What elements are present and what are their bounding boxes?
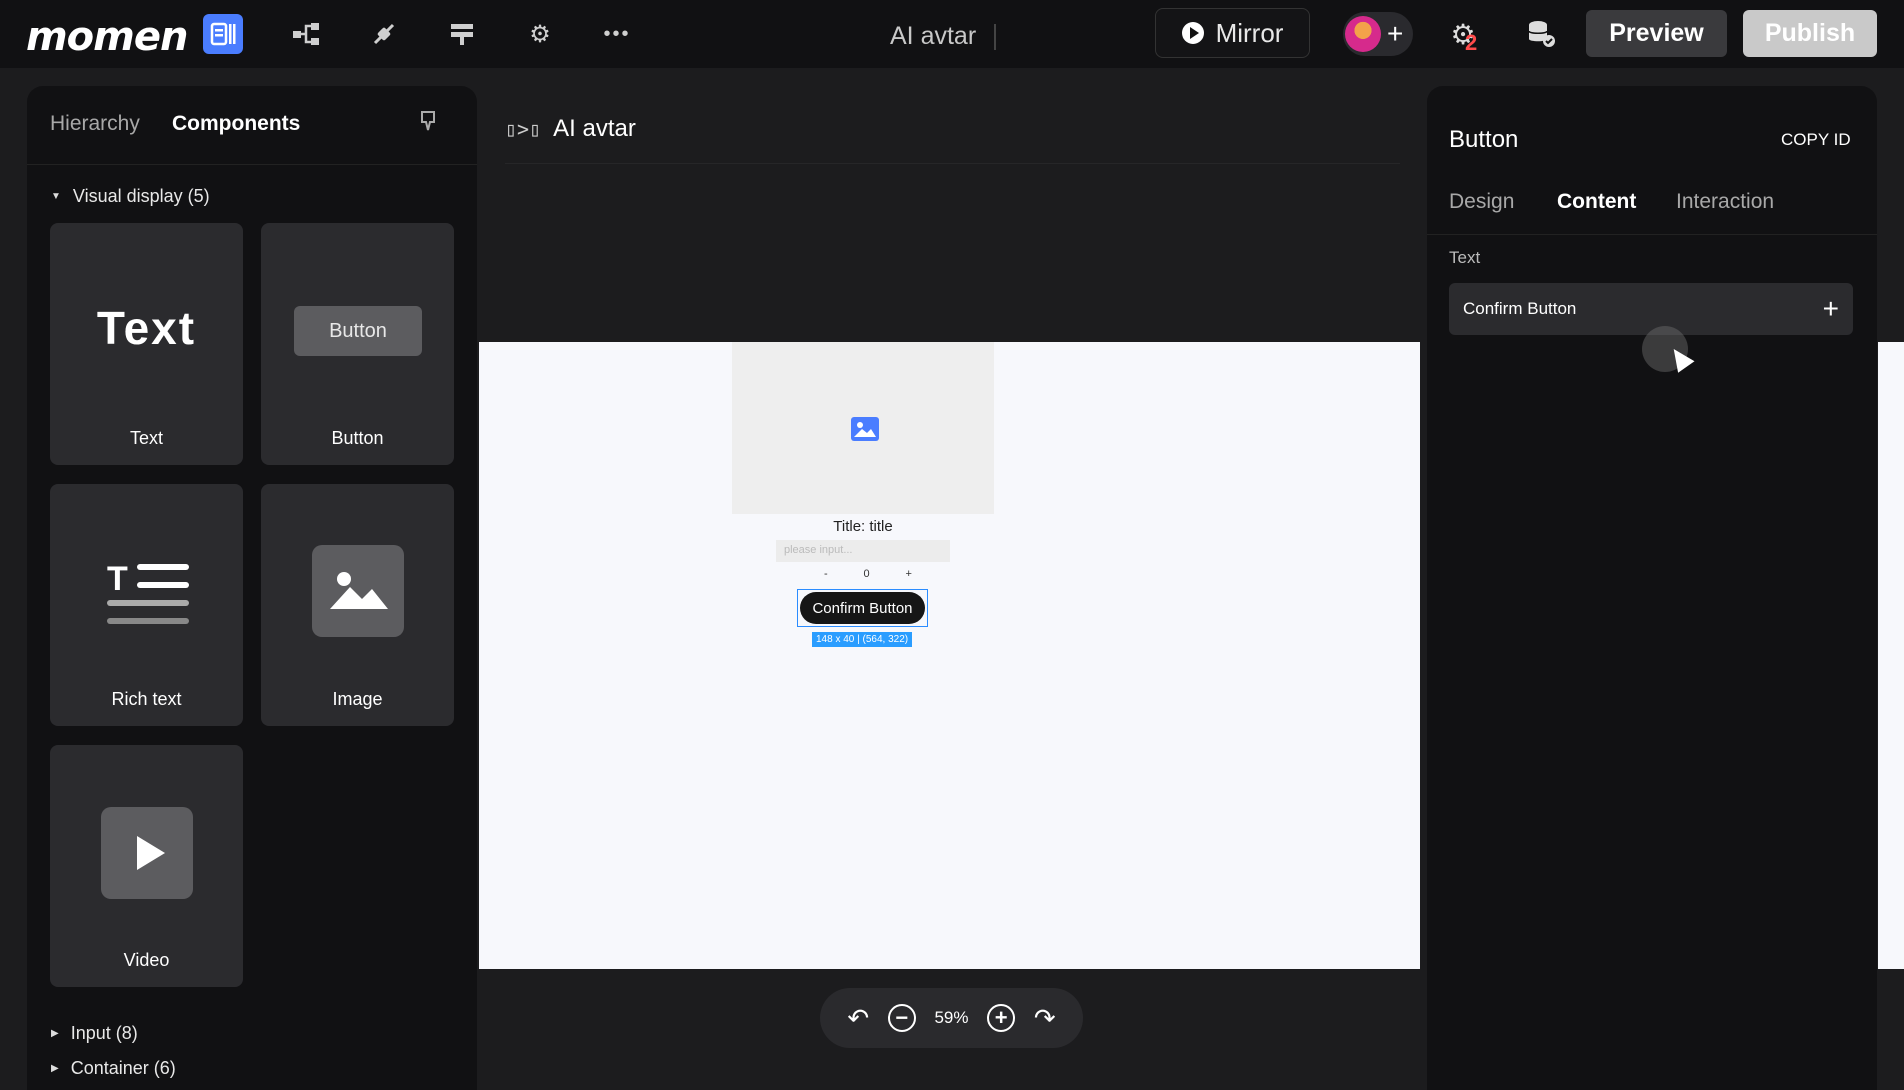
text-field[interactable]: Confirm Button + [1449, 283, 1853, 335]
debug-gear-icon[interactable]: ⚙ 2 [1443, 14, 1483, 56]
card-label: Rich text [111, 689, 182, 709]
layout-icon[interactable] [442, 14, 482, 54]
section-label: Input (8) [70, 1023, 138, 1043]
mirror-button[interactable]: Mirror [1155, 8, 1310, 58]
components-panel: Hierarchy Components ▼ Visual display (5… [27, 86, 477, 1090]
component-card-button[interactable]: Button Button [261, 223, 454, 465]
settings-gear-icon[interactable]: ⚙ [520, 14, 560, 54]
chevron-right-icon: ▶ [51, 1028, 59, 1039]
add-collaborator-icon[interactable]: + [1387, 18, 1403, 50]
component-card-video[interactable]: Video [50, 745, 243, 987]
image-placeholder[interactable] [732, 342, 994, 514]
text-field-label: Text [1449, 248, 1481, 267]
confirm-button[interactable]: Confirm Button [800, 592, 925, 624]
zoom-level: 59% [934, 1008, 969, 1027]
page-header: ▯>▯ AI avtar [505, 115, 636, 143]
pin-icon[interactable] [419, 110, 437, 138]
issues-count-badge: 2 [1465, 30, 1478, 55]
component-card-rich-text[interactable]: T Rich text [50, 484, 243, 726]
number-stepper[interactable]: - 0 + [824, 568, 912, 580]
workflow-icon[interactable] [286, 14, 326, 54]
tab-interaction[interactable]: Interaction [1676, 190, 1774, 214]
selection-size-tag: 148 x 40 | (564, 322) [812, 632, 913, 647]
tab-components[interactable]: Components [172, 112, 300, 136]
rich-text-icon: T [107, 560, 189, 624]
card-label: Text [129, 428, 163, 448]
stepper-value: 0 [863, 568, 870, 580]
panel-divider [27, 164, 477, 165]
properties-panel: Button COPY ID Design Content Interactio… [1427, 86, 1877, 1090]
title-text[interactable]: Title: title [732, 518, 994, 535]
database-icon[interactable] [1521, 14, 1561, 54]
text-field-value[interactable]: Confirm Button [1463, 299, 1576, 319]
image-icon [851, 417, 879, 441]
stepper-plus-button[interactable]: + [906, 568, 912, 580]
card-label: Video [123, 950, 170, 970]
component-card-image[interactable]: Image [261, 484, 454, 726]
text-glyph: Text [96, 302, 197, 354]
button-glyph: Button [294, 306, 422, 356]
pages-icon[interactable] [203, 14, 243, 54]
document-title: AI avtar [890, 22, 977, 50]
title-separator [994, 24, 996, 50]
tab-design[interactable]: Design [1449, 190, 1514, 214]
play-video-icon [101, 807, 193, 899]
selection-outline[interactable]: Confirm Button [797, 589, 928, 627]
top-bar: momen ⚙ ••• AI avtar Mirror + ⚙ 2 Previe… [0, 0, 1904, 68]
tab-content[interactable]: Content [1557, 190, 1636, 214]
canvas-divider [505, 163, 1400, 164]
avatar[interactable] [1345, 16, 1381, 52]
component-card-text[interactable]: Text Text [50, 223, 243, 465]
momen-logo: momen [26, 14, 188, 60]
redo-icon[interactable]: ↷ [1034, 1003, 1056, 1034]
section-visual-display[interactable]: ▼ Visual display (5) [51, 186, 210, 207]
play-icon [1181, 22, 1204, 44]
section-label: Visual display (5) [72, 186, 210, 206]
zoom-out-icon[interactable]: − [887, 1004, 916, 1032]
collaborators[interactable]: + [1343, 12, 1413, 56]
section-container[interactable]: ▶ Container (6) [51, 1058, 176, 1079]
image-icon [312, 545, 404, 637]
zoom-toolbar: ↶ − 59% + ↷ [820, 988, 1083, 1048]
preview-button[interactable]: Preview [1586, 10, 1727, 57]
chevron-right-icon: ▶ [51, 1063, 59, 1074]
more-icon[interactable]: ••• [597, 14, 637, 54]
design-canvas[interactable]: Title: title please input... - 0 + Confi… [479, 342, 1420, 969]
page-title: AI avtar [553, 115, 636, 142]
card-label: Button [331, 428, 384, 448]
publish-button[interactable]: Publish [1743, 10, 1877, 57]
canvas-edge [1878, 342, 1904, 969]
page-icon: ▯>▯ [505, 117, 542, 141]
rich-text-glyph-letter: T [107, 560, 128, 598]
section-label: Container (6) [70, 1058, 176, 1078]
zoom-in-icon[interactable]: + [987, 1004, 1016, 1032]
text-input[interactable]: please input... [776, 540, 950, 562]
undo-icon[interactable]: ↶ [847, 1003, 869, 1034]
chevron-down-icon: ▼ [51, 191, 61, 202]
panel-divider [1427, 234, 1877, 235]
section-input[interactable]: ▶ Input (8) [51, 1023, 138, 1044]
selected-component-title: Button [1449, 126, 1519, 153]
tab-hierarchy[interactable]: Hierarchy [50, 112, 140, 136]
mirror-label: Mirror [1215, 17, 1284, 48]
card-label: Image [332, 689, 383, 709]
stepper-minus-button[interactable]: - [824, 568, 828, 580]
plugin-icon[interactable] [364, 14, 404, 54]
copy-id-button[interactable]: COPY ID [1781, 130, 1851, 150]
add-binding-icon[interactable]: + [1823, 293, 1839, 325]
